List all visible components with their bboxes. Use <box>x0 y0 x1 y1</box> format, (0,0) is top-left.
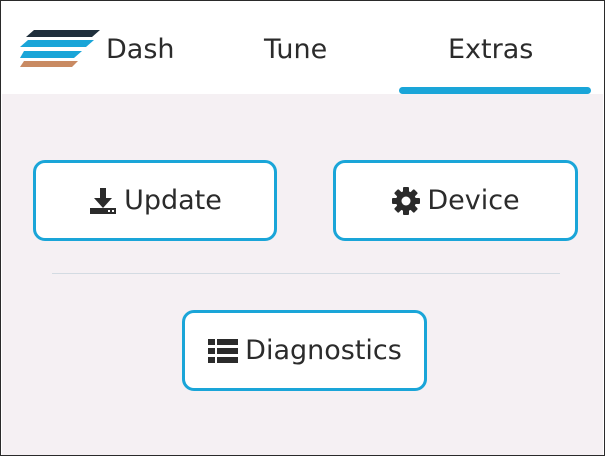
list-icon <box>207 337 239 365</box>
top-nav: Dash Tune Extras <box>2 2 603 94</box>
tab-extras[interactable]: Extras <box>448 32 533 68</box>
section-divider <box>52 273 560 274</box>
device-label: Device <box>427 185 520 216</box>
update-button[interactable]: Update <box>33 160 277 241</box>
active-tab-indicator <box>399 87 591 94</box>
app-logo-icon <box>20 30 100 67</box>
tab-tune[interactable]: Tune <box>264 32 327 68</box>
diagnostics-label: Diagnostics <box>245 335 402 366</box>
extras-panel: Update Device Diagnostics <box>2 94 603 455</box>
update-label: Update <box>124 185 222 216</box>
tab-dash[interactable]: Dash <box>106 32 175 68</box>
device-button[interactable]: Device <box>333 160 578 241</box>
app-window: Dash Tune Extras Update Device Diagnosti… <box>0 0 605 456</box>
download-icon <box>88 186 118 216</box>
diagnostics-button[interactable]: Diagnostics <box>182 310 427 391</box>
gear-icon <box>391 186 421 216</box>
